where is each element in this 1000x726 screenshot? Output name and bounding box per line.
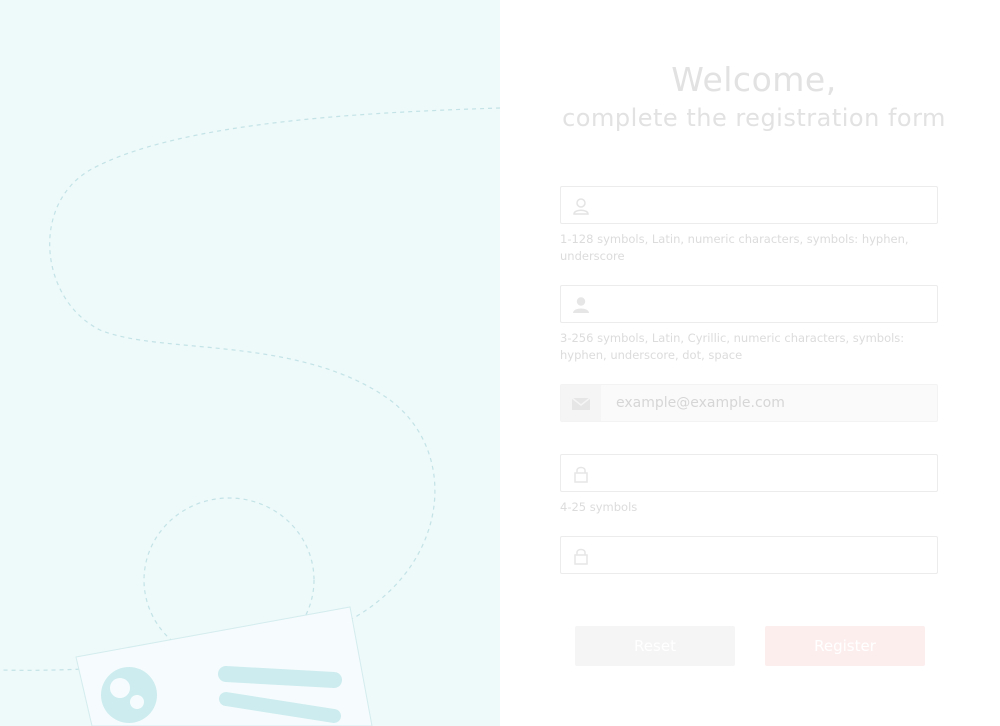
- name-input[interactable]: [601, 286, 931, 322]
- register-button[interactable]: Register: [765, 626, 925, 666]
- card-line-1: [218, 666, 342, 688]
- lock-icon: [571, 546, 591, 566]
- password-confirm-field[interactable]: [560, 536, 938, 574]
- name-field[interactable]: [560, 285, 938, 323]
- login-hint: 1-128 symbols, Latin, numeric characters…: [560, 232, 909, 263]
- dashed-flight-path: [0, 107, 500, 671]
- envelope-icon: [571, 394, 591, 414]
- illustration-panel: [0, 0, 500, 726]
- card-avatar-icon: [101, 667, 157, 723]
- email-input[interactable]: [616, 385, 946, 421]
- password-confirm-input[interactable]: [601, 537, 931, 573]
- lock-icon: [571, 464, 591, 484]
- user-filled-icon: [571, 295, 591, 315]
- registration-panel: Welcome, complete the registration form …: [500, 0, 1000, 726]
- reset-button[interactable]: Reset: [575, 626, 735, 666]
- welcome-heading: Welcome,: [671, 60, 837, 99]
- id-card-illustration: [75, 606, 373, 726]
- login-input[interactable]: [601, 187, 931, 223]
- form-subtitle: complete the registration form: [562, 104, 946, 132]
- password-input[interactable]: [601, 455, 931, 491]
- email-field[interactable]: [560, 384, 946, 422]
- password-hint: 4-25 symbols: [560, 500, 638, 514]
- user-outline-icon: [571, 196, 591, 216]
- password-field[interactable]: [560, 454, 938, 492]
- login-field[interactable]: [560, 186, 938, 224]
- registration-illustration: [0, 107, 500, 726]
- name-hint: 3-256 symbols, Latin, Cyrillic, numeric …: [560, 331, 905, 362]
